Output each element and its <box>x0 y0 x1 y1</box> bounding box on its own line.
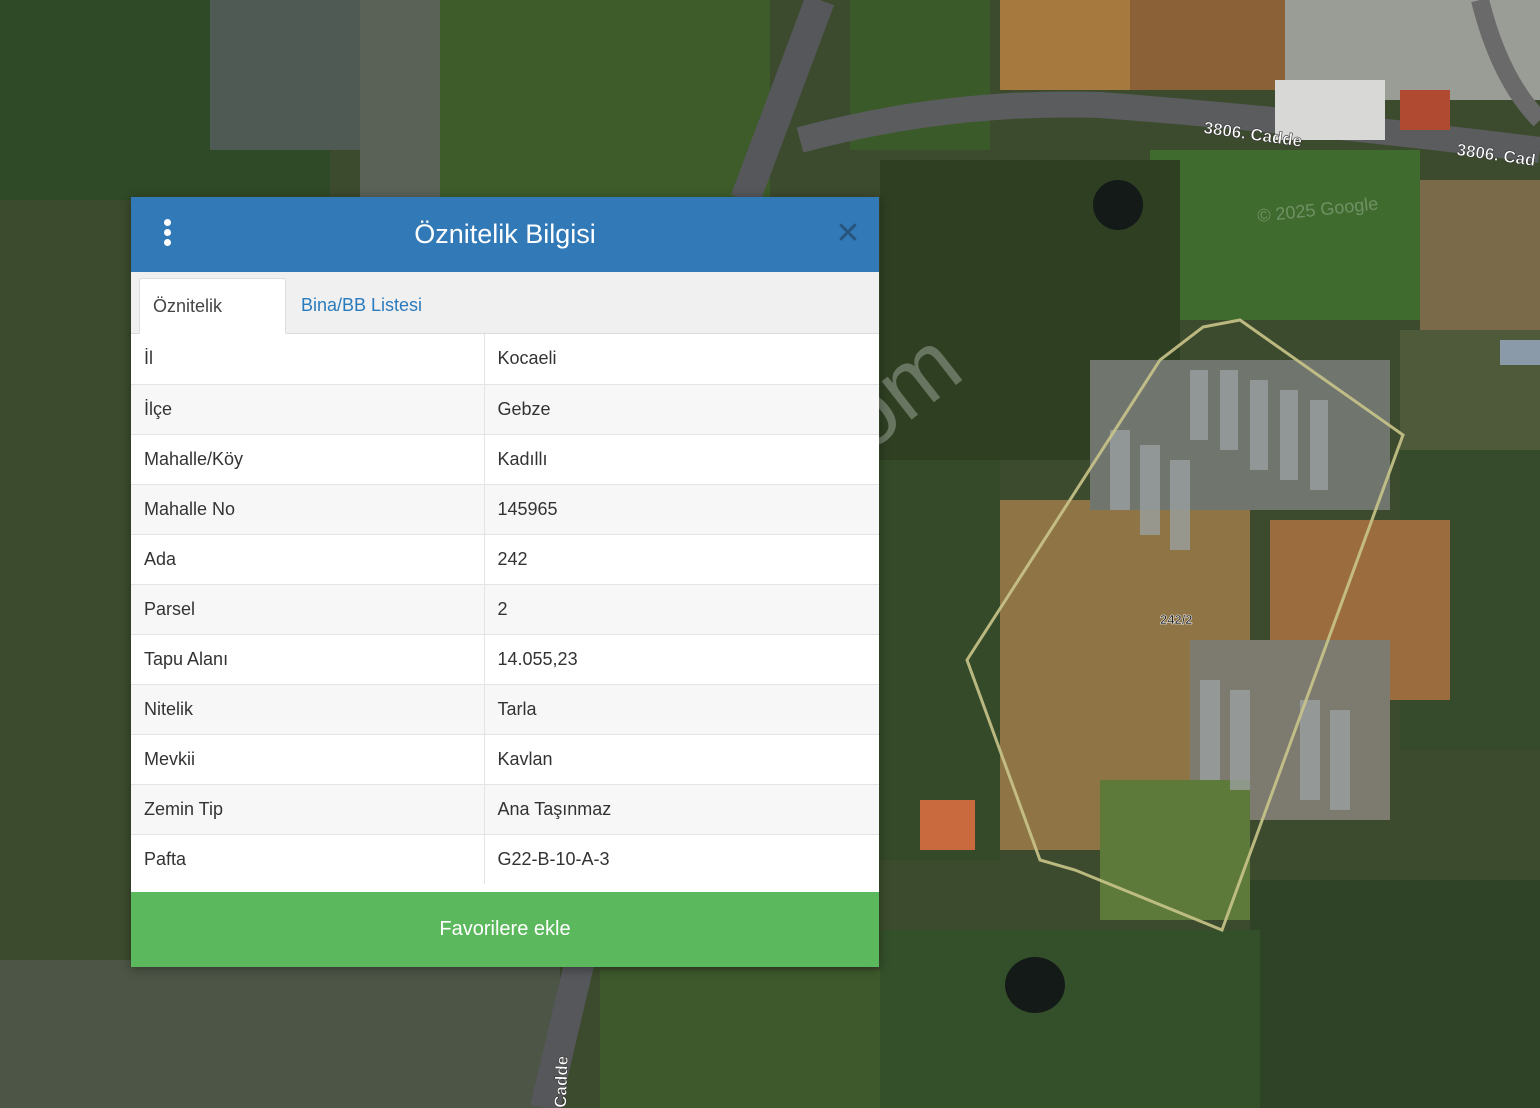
attribute-value: Ana Taşınmaz <box>484 783 879 834</box>
attribute-name: Ada <box>131 533 485 584</box>
attribute-name: Pafta <box>131 833 485 884</box>
attribute-name: Parsel <box>131 583 485 634</box>
tab-attribute-info[interactable]: Öznitelik Bilgisi <box>139 278 286 370</box>
attribute-name: Mevkii <box>131 733 485 784</box>
attribute-value: 145965 <box>484 483 879 534</box>
attribute-name: Mahalle No <box>131 483 485 534</box>
attribute-value: 242 <box>484 533 879 584</box>
table-row: Tapu Alanı 14.055,23 <box>131 633 879 684</box>
attribute-value: Gebze <box>484 383 879 434</box>
road-label: Cadde <box>551 1056 572 1108</box>
attribute-value: 2 <box>484 583 879 634</box>
table-row: Mahalle/Köy Kadıllı <box>131 433 879 484</box>
add-to-favorites-button[interactable]: Favorilere ekle <box>131 892 879 967</box>
attribute-value: Tarla <box>484 683 879 734</box>
attribute-info-dialog: Öznitelik Bilgisi ✕ Öznitelik Bilgisi Bi… <box>131 197 879 967</box>
dialog-title: Öznitelik Bilgisi <box>414 219 596 249</box>
attribute-value: Kavlan <box>484 733 879 784</box>
table-row: Nitelik Tarla <box>131 683 879 734</box>
attribute-name: Tapu Alanı <box>131 633 485 684</box>
table-row: Pafta G22-B-10-A-3 <box>131 833 879 884</box>
table-row: İlçe Gebze <box>131 383 879 434</box>
tab-bar: Öznitelik Bilgisi Bina/BB Listesi <box>131 272 879 370</box>
attribute-name: Nitelik <box>131 683 485 734</box>
table-row: Ada 242 <box>131 533 879 584</box>
dialog-header: Öznitelik Bilgisi ✕ <box>131 197 879 272</box>
parcel-label[interactable]: 242/2 <box>1160 612 1193 628</box>
close-icon[interactable]: ✕ <box>833 217 863 251</box>
tab-building-list[interactable]: Bina/BB Listesi <box>288 278 435 334</box>
table-row: Parsel 2 <box>131 583 879 634</box>
attribute-value: Kocaeli <box>484 334 879 384</box>
attribute-value: G22-B-10-A-3 <box>484 833 879 884</box>
attribute-value: 14.055,23 <box>484 633 879 684</box>
attribute-value: Kadıllı <box>484 433 879 484</box>
attribute-table: İl Kocaeli İlçe Gebze Mahalle/Köy Kadıllı Maha… <box>131 334 879 884</box>
attribute-name: Mahalle/Köy <box>131 433 485 484</box>
table-row: Mevkii Kavlan <box>131 733 879 784</box>
table-row: Mahalle No 145965 <box>131 483 879 534</box>
attribute-name: İl <box>131 334 485 384</box>
table-row: Zemin Tip Ana Taşınmaz <box>131 783 879 834</box>
attribute-name: Zemin Tip <box>131 783 485 834</box>
table-row: İl Kocaeli <box>131 334 879 384</box>
attribute-name: İlçe <box>131 383 485 434</box>
